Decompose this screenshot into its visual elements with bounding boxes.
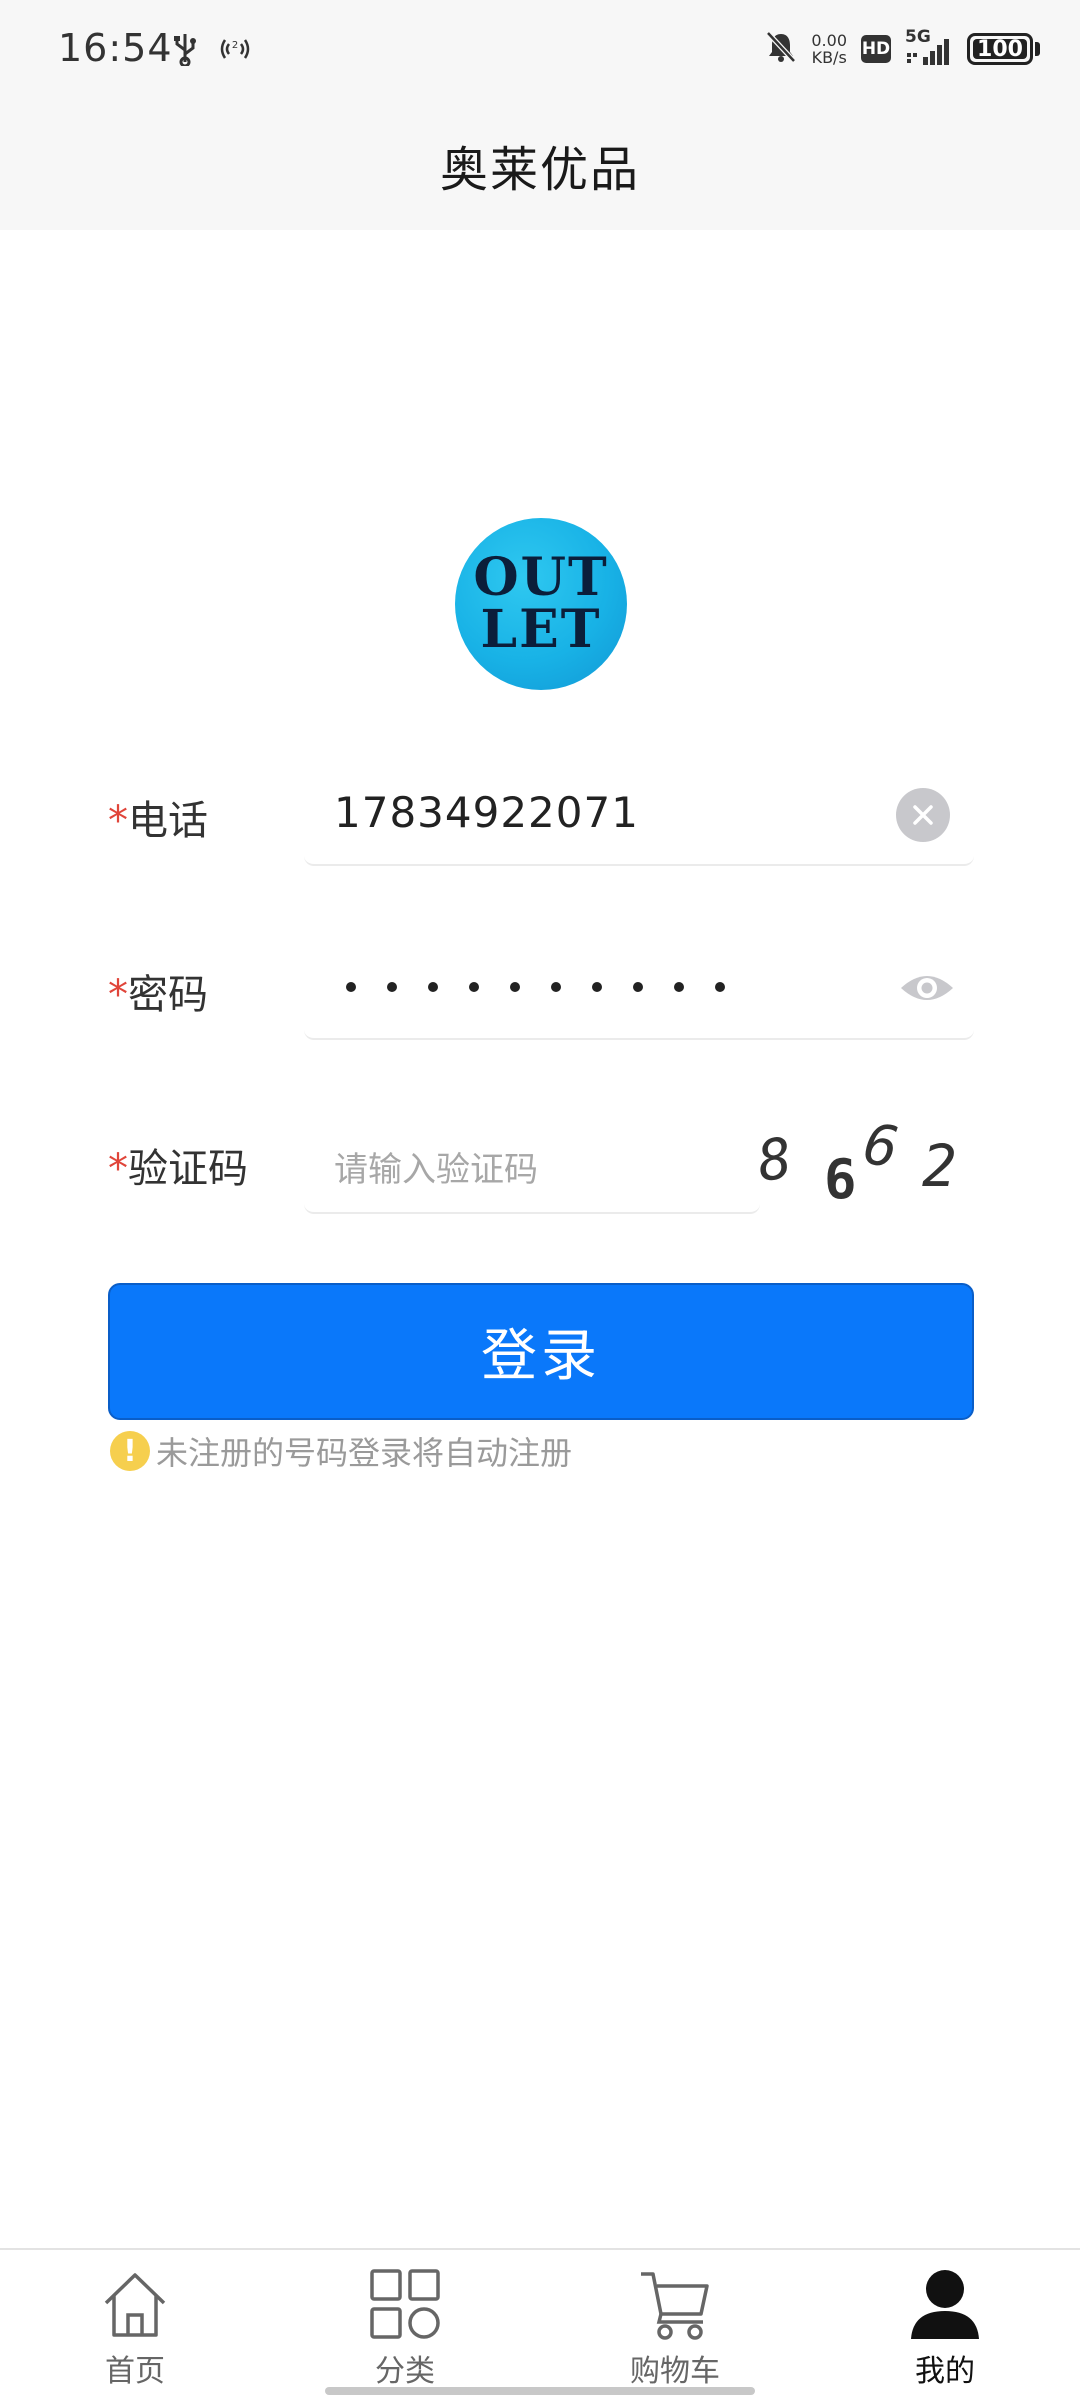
password-masked-value[interactable] — [346, 966, 725, 992]
password-dot — [346, 982, 356, 992]
hd-badge: HD — [861, 35, 891, 63]
signal-icon: 5G — [905, 27, 953, 67]
captcha-char: 6 — [824, 1148, 857, 1211]
password-dot — [469, 982, 479, 992]
tab-category[interactable]: 分类 — [335, 2266, 475, 2392]
password-input[interactable] — [304, 940, 974, 1040]
network-speed-unit: KB/s — [811, 48, 847, 67]
status-left-icons: 2 — [172, 32, 252, 70]
svg-text:2: 2 — [232, 40, 238, 51]
home-icon — [97, 2266, 173, 2342]
password-dot — [674, 982, 684, 992]
phone-input[interactable]: 17834922071 — [304, 766, 974, 866]
captcha-label-text: 验证码 — [128, 1146, 248, 1192]
captcha-placeholder[interactable]: 请输入验证码 — [334, 1142, 538, 1191]
password-dot — [633, 982, 643, 992]
status-bar: 16:54 2 0.00 KB/s HD 5G 100 — [0, 0, 1080, 100]
hint-text: 未注册的号码登录将自动注册 — [156, 1434, 573, 1472]
password-row: *密码 — [0, 940, 1080, 1040]
home-indicator[interactable] — [325, 2387, 755, 2395]
required-mark: * — [108, 1146, 128, 1192]
status-time: 16:54 — [58, 26, 173, 70]
network-speed: 0.00 KB/s — [811, 32, 847, 66]
tab-mine[interactable]: 我的 — [875, 2266, 1015, 2392]
hotspot-icon: 2 — [218, 34, 252, 68]
tab-cart[interactable]: 购物车 — [605, 2266, 745, 2392]
password-dot — [592, 982, 602, 992]
password-label-text: 密码 — [128, 972, 208, 1018]
toggle-password-visibility-button[interactable] — [898, 968, 956, 1008]
captcha-image[interactable]: 8 6 6 2 — [752, 1112, 970, 1218]
app-logo: OUT LET — [455, 518, 627, 690]
required-mark: * — [108, 798, 128, 844]
page-title: 奥莱优品 — [439, 142, 640, 198]
close-icon — [913, 805, 933, 825]
tab-cart-label: 购物车 — [630, 2354, 720, 2389]
tab-mine-label: 我的 — [915, 2354, 975, 2389]
cart-icon — [637, 2266, 713, 2342]
phone-label: *电话 — [108, 788, 208, 846]
phone-value[interactable]: 17834922071 — [334, 788, 639, 837]
password-dot — [387, 982, 397, 992]
required-mark: * — [108, 972, 128, 1018]
status-right-icons: 0.00 KB/s HD 5G 100 — [765, 27, 1040, 68]
login-button-label: 登录 — [481, 1324, 601, 1389]
user-icon — [907, 2266, 983, 2342]
logo-text-line2: LET — [480, 599, 602, 660]
login-button[interactable]: 登录 — [108, 1283, 974, 1420]
warning-icon: ! — [110, 1431, 150, 1471]
captcha-label: *验证码 — [108, 1136, 248, 1194]
tab-home-label: 首页 — [105, 2354, 165, 2389]
usb-icon — [172, 32, 198, 70]
password-label: *密码 — [108, 962, 208, 1020]
tab-category-label: 分类 — [375, 2354, 435, 2389]
password-dot — [715, 982, 725, 992]
bottom-tab-bar: 首页 分类 购物车 我的 — [0, 2248, 1080, 2400]
phone-row: *电话 17834922071 — [0, 766, 1080, 866]
captcha-char: 2 — [922, 1132, 957, 1200]
phone-label-text: 电话 — [128, 798, 208, 844]
captcha-input[interactable]: 请输入验证码 — [304, 1114, 760, 1214]
password-dot — [428, 982, 438, 992]
app-header: 奥莱优品 — [0, 100, 1080, 230]
tab-home[interactable]: 首页 — [65, 2266, 205, 2392]
captcha-row: *验证码 请输入验证码 8 6 6 2 — [0, 1112, 1080, 1214]
mute-bell-icon — [765, 30, 797, 68]
captcha-char: 8 — [753, 1125, 797, 1196]
eye-icon — [901, 976, 953, 1000]
clear-phone-button[interactable] — [896, 788, 950, 842]
password-dot — [510, 982, 520, 992]
network-speed-value: 0.00 — [811, 31, 847, 50]
category-grid-icon — [367, 2266, 443, 2342]
password-dot — [551, 982, 561, 992]
logo-text-line1: OUT — [473, 547, 609, 608]
battery-icon: 100 — [967, 33, 1040, 65]
battery-level: 100 — [977, 36, 1023, 62]
captcha-char: 6 — [859, 1111, 903, 1182]
auto-register-hint: ! 未注册的号码登录将自动注册 — [110, 1428, 572, 1474]
